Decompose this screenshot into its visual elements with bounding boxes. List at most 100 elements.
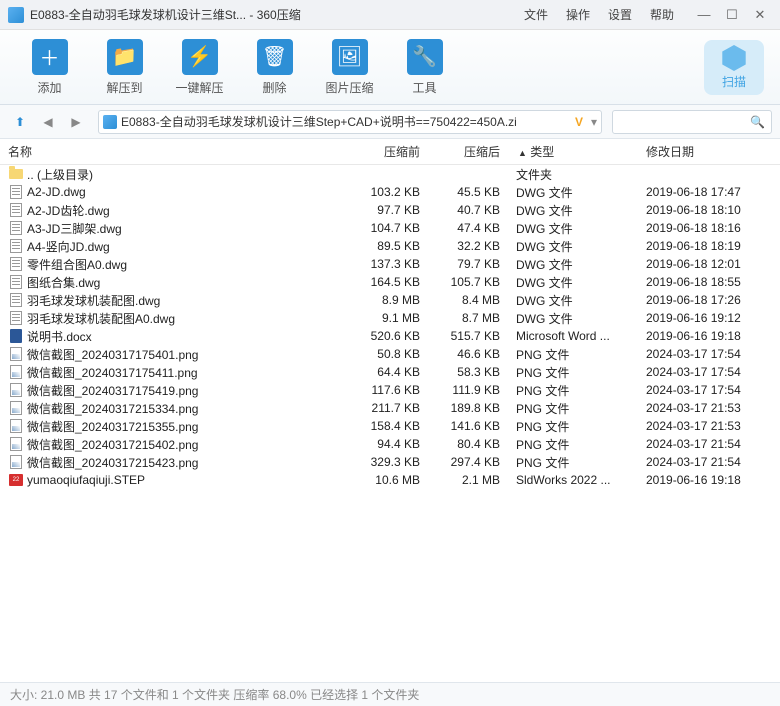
file-date: 2024-03-17 21:54 — [640, 455, 780, 469]
folder-icon: 📁 — [107, 39, 143, 75]
file-row[interactable]: 微信截图_20240317215423.png329.3 KB297.4 KBP… — [0, 453, 780, 471]
dwg-icon — [8, 203, 24, 217]
file-row[interactable]: A2-JD齿轮.dwg97.7 KB40.7 KBDWG 文件2019-06-1… — [0, 201, 780, 219]
file-size-before: 164.5 KB — [350, 275, 430, 289]
image-compress-button[interactable]: 🖼 图片压缩 — [312, 39, 387, 96]
file-type: PNG 文件 — [510, 364, 640, 381]
file-size-after: 297.4 KB — [430, 455, 510, 469]
file-name: 微信截图_20240317215402.png — [27, 436, 350, 453]
file-name: 羽毛球发球机装配图.dwg — [27, 292, 350, 309]
file-size-before: 9.1 MB — [350, 311, 430, 325]
nav-forward-button[interactable]: ▶ — [64, 110, 88, 134]
file-type: DWG 文件 — [510, 274, 640, 291]
file-type: PNG 文件 — [510, 346, 640, 363]
file-date: 2024-03-17 21:53 — [640, 419, 780, 433]
file-date: 2024-03-17 17:54 — [640, 365, 780, 379]
add-icon: ＋ — [32, 39, 68, 75]
file-row[interactable]: A3-JD三脚架.dwg104.7 KB47.4 KBDWG 文件2019-06… — [0, 219, 780, 237]
file-row[interactable]: 微信截图_20240317215355.png158.4 KB141.6 KBP… — [0, 417, 780, 435]
delete-button[interactable]: 🗑 删除 — [237, 39, 312, 96]
trash-icon: 🗑 — [257, 39, 293, 75]
minimize-button[interactable]: — — [692, 5, 716, 25]
menu-settings[interactable]: 设置 — [608, 6, 632, 23]
column-type[interactable]: ▲ 类型 — [510, 143, 640, 160]
dwg-icon — [8, 257, 24, 271]
file-type: DWG 文件 — [510, 202, 640, 219]
file-name: 微信截图_20240317215355.png — [27, 418, 350, 435]
file-date: 2019-06-16 19:18 — [640, 329, 780, 343]
column-name[interactable]: 名称 — [8, 143, 350, 160]
file-date: 2019-06-16 19:12 — [640, 311, 780, 325]
file-row[interactable]: 说明书.docx520.6 KB515.7 KBMicrosoft Word .… — [0, 327, 780, 345]
column-date[interactable]: 修改日期 — [640, 143, 780, 160]
file-row[interactable]: .. (上级目录)文件夹 — [0, 165, 780, 183]
file-type: PNG 文件 — [510, 382, 640, 399]
file-size-after: 80.4 KB — [430, 437, 510, 451]
menu-help[interactable]: 帮助 — [650, 6, 674, 23]
file-size-after: 40.7 KB — [430, 203, 510, 217]
file-type: PNG 文件 — [510, 400, 640, 417]
file-size-before: 137.3 KB — [350, 257, 430, 271]
scan-button[interactable]: 扫描 — [704, 40, 764, 95]
file-name: .. (上级目录) — [27, 166, 350, 183]
file-size-after: 111.9 KB — [430, 383, 510, 397]
file-row[interactable]: 微信截图_20240317175419.png117.6 KB111.9 KBP… — [0, 381, 780, 399]
file-size-after: 8.7 MB — [430, 311, 510, 325]
file-row[interactable]: 羽毛球发球机装配图.dwg8.9 MB8.4 MBDWG 文件2019-06-1… — [0, 291, 780, 309]
flash-icon: ⚡ — [182, 39, 218, 75]
file-row[interactable]: 羽毛球发球机装配图A0.dwg9.1 MB8.7 MBDWG 文件2019-06… — [0, 309, 780, 327]
archive-icon — [103, 115, 117, 129]
file-row[interactable]: 微信截图_20240317215402.png94.4 KB80.4 KBPNG… — [0, 435, 780, 453]
file-size-after: 47.4 KB — [430, 221, 510, 235]
file-size-before: 103.2 KB — [350, 185, 430, 199]
file-size-before: 64.4 KB — [350, 365, 430, 379]
column-before[interactable]: 压缩前 — [350, 143, 430, 160]
nav-back-button[interactable]: ◀ — [36, 110, 60, 134]
chevron-down-icon[interactable]: ▾ — [591, 115, 597, 129]
file-row[interactable]: 微信截图_20240317215334.png211.7 KB189.8 KBP… — [0, 399, 780, 417]
file-type: Microsoft Word ... — [510, 329, 640, 343]
file-type: DWG 文件 — [510, 256, 640, 273]
file-date: 2019-06-18 18:16 — [640, 221, 780, 235]
maximize-button[interactable]: ☐ — [720, 5, 744, 25]
png-icon — [8, 347, 24, 361]
file-size-after: 8.4 MB — [430, 293, 510, 307]
file-size-after: 46.6 KB — [430, 347, 510, 361]
file-row[interactable]: 图纸合集.dwg164.5 KB105.7 KBDWG 文件2019-06-18… — [0, 273, 780, 291]
file-size-after: 515.7 KB — [430, 329, 510, 343]
file-name: 微信截图_20240317175401.png — [27, 346, 350, 363]
menu-operate[interactable]: 操作 — [566, 6, 590, 23]
file-row[interactable]: A2-JD.dwg103.2 KB45.5 KBDWG 文件2019-06-18… — [0, 183, 780, 201]
column-after[interactable]: 压缩后 — [430, 143, 510, 160]
search-icon: 🔍 — [750, 115, 765, 129]
file-type: PNG 文件 — [510, 418, 640, 435]
dwg-icon — [8, 275, 24, 289]
file-row[interactable]: 微信截图_20240317175401.png50.8 KB46.6 KBPNG… — [0, 345, 780, 363]
menu-file[interactable]: 文件 — [524, 6, 548, 23]
oneclick-extract-button[interactable]: ⚡ 一键解压 — [162, 39, 237, 96]
image-icon: 🖼 — [332, 39, 368, 75]
column-headers: 名称 压缩前 压缩后 ▲ 类型 修改日期 — [0, 139, 780, 165]
file-type: DWG 文件 — [510, 220, 640, 237]
file-date: 2019-06-18 17:26 — [640, 293, 780, 307]
file-size-after: 79.7 KB — [430, 257, 510, 271]
status-text: 大小: 21.0 MB 共 17 个文件和 1 个文件夹 压缩率 68.0% 已… — [10, 686, 419, 703]
search-input[interactable]: 🔍 — [612, 110, 772, 134]
file-row[interactable]: 微信截图_20240317175411.png64.4 KB58.3 KBPNG… — [0, 363, 780, 381]
file-row[interactable]: 零件组合图A0.dwg137.3 KB79.7 KBDWG 文件2019-06-… — [0, 255, 780, 273]
path-input[interactable]: E0883-全自动羽毛球发球机设计三维Step+CAD+说明书==750422=… — [98, 110, 602, 134]
file-type: PNG 文件 — [510, 436, 640, 453]
tools-button[interactable]: 🔧 工具 — [387, 39, 462, 96]
file-row[interactable]: A4-竖向JD.dwg89.5 KB32.2 KBDWG 文件2019-06-1… — [0, 237, 780, 255]
file-type: DWG 文件 — [510, 184, 640, 201]
app-icon — [8, 7, 24, 23]
file-name: 微信截图_20240317215423.png — [27, 454, 350, 471]
extract-button[interactable]: 📁 解压到 — [87, 39, 162, 96]
add-button[interactable]: ＋ 添加 — [12, 39, 87, 96]
nav-up-button[interactable]: ⬆ — [8, 110, 32, 134]
file-date: 2019-06-18 12:01 — [640, 257, 780, 271]
file-row[interactable]: 22yumaoqiufaqiuji.STEP10.6 MB2.1 MBSldWo… — [0, 471, 780, 489]
file-size-before: 94.4 KB — [350, 437, 430, 451]
close-button[interactable]: ✕ — [748, 5, 772, 25]
file-name: A2-JD齿轮.dwg — [27, 202, 350, 219]
